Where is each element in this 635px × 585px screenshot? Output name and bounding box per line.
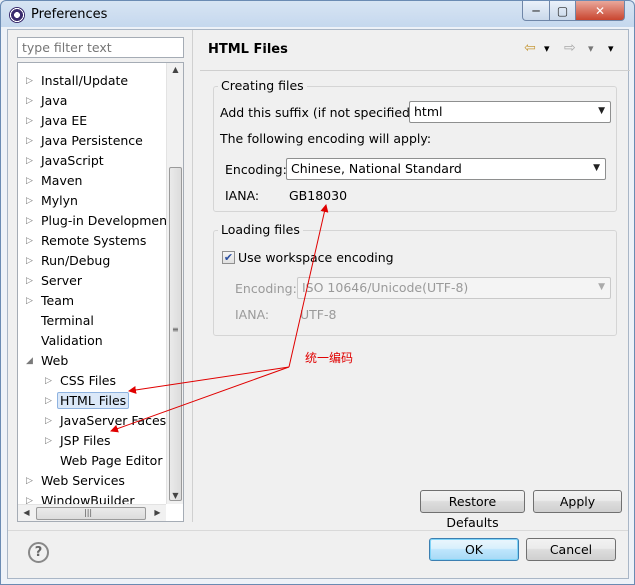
annotation-arrows bbox=[110, 204, 329, 433]
arrow-to-jsp-files bbox=[110, 366, 290, 433]
arrow-to-html-files bbox=[128, 366, 290, 394]
arrow-to-iana bbox=[288, 204, 329, 368]
preferences-window: Preferences ─ ▢ ✕ ▷WindowBuilder▷Web Ser… bbox=[0, 0, 635, 585]
